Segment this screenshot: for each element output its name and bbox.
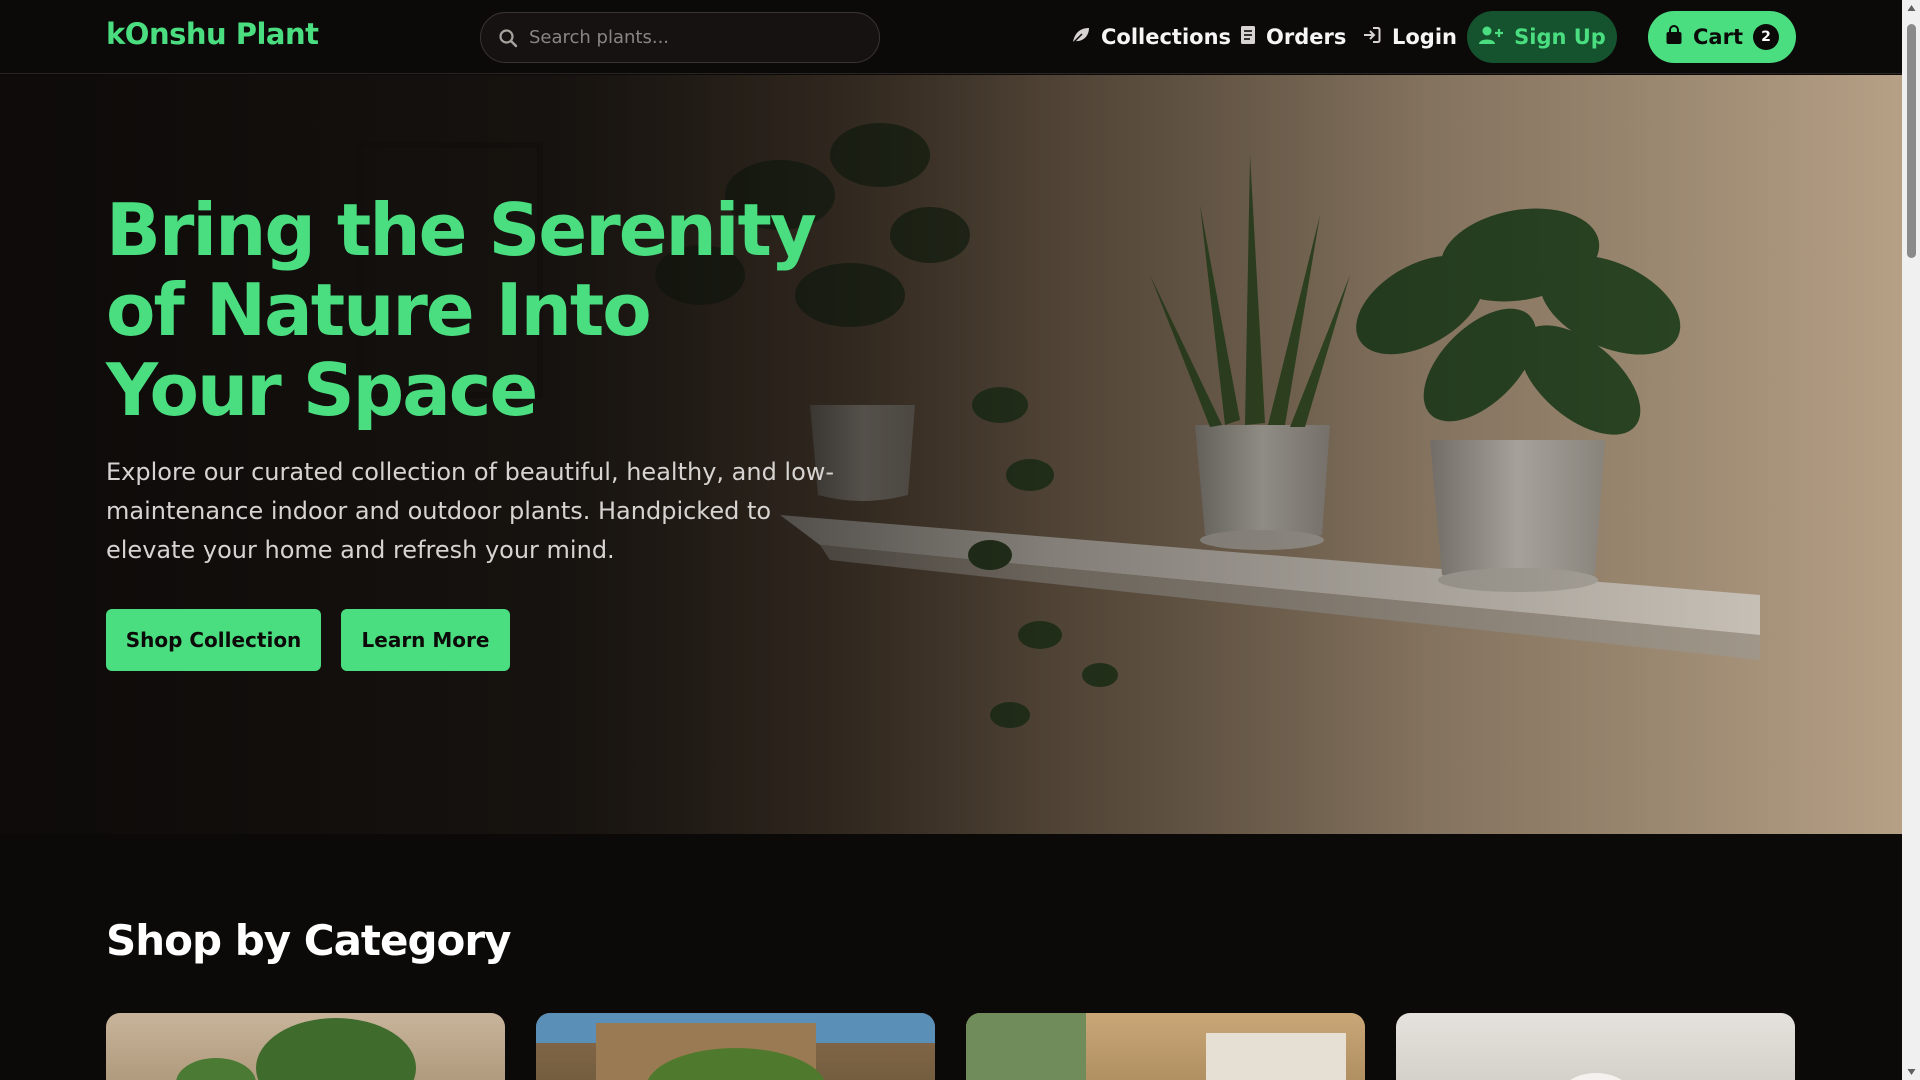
nav-login-link[interactable]: Login (1362, 22, 1457, 52)
category-section-title: Shop by Category (106, 916, 511, 965)
hero-title: Bring the Serenity of Nature Into Your S… (106, 188, 817, 432)
brand-logo[interactable]: kOnshu Plant (106, 17, 319, 51)
signup-label: Sign Up (1514, 25, 1606, 49)
scrollbar-thumb[interactable] (1907, 24, 1916, 258)
scroll-up-arrow-icon[interactable] (1907, 4, 1916, 13)
login-icon (1362, 25, 1382, 50)
navbar: kOnshu Plant Collections (0, 0, 1902, 74)
category-card[interactable] (1396, 1013, 1795, 1080)
nav-login-label: Login (1392, 25, 1457, 49)
page-scrollbar[interactable] (1902, 0, 1920, 1080)
scroll-down-arrow-icon[interactable] (1907, 1067, 1916, 1076)
search-input[interactable] (529, 27, 859, 48)
nav-orders-link[interactable]: Orders (1240, 22, 1346, 52)
category-card[interactable] (966, 1013, 1365, 1080)
shop-collection-button[interactable]: Shop Collection (106, 609, 321, 671)
nav-collections-link[interactable]: Collections (1071, 22, 1231, 52)
cart-button[interactable]: Cart 2 (1648, 11, 1796, 63)
category-image (536, 1013, 935, 1080)
page: kOnshu Plant Collections (0, 0, 1920, 1080)
search-box[interactable] (480, 12, 880, 63)
signup-button[interactable]: Sign Up (1467, 11, 1617, 63)
leaf-icon (1071, 25, 1091, 49)
category-image (966, 1013, 1346, 1080)
user-plus-icon (1478, 25, 1504, 50)
nav-collections-label: Collections (1101, 25, 1232, 49)
nav-orders-label: Orders (1266, 25, 1347, 49)
search-icon (497, 27, 519, 49)
category-image (1570, 1073, 1622, 1080)
category-card[interactable] (536, 1013, 935, 1080)
hero-section: Bring the Serenity of Nature Into Your S… (0, 75, 1902, 834)
hero-description: Explore our curated collection of beauti… (106, 458, 835, 564)
receipt-icon (1240, 25, 1256, 50)
category-image (176, 1018, 416, 1080)
cart-count-badge: 2 (1752, 24, 1779, 50)
learn-more-button[interactable]: Learn More (341, 609, 510, 671)
shopping-bag-icon (1665, 24, 1683, 50)
category-card[interactable] (106, 1013, 505, 1080)
cart-label: Cart (1693, 25, 1743, 49)
